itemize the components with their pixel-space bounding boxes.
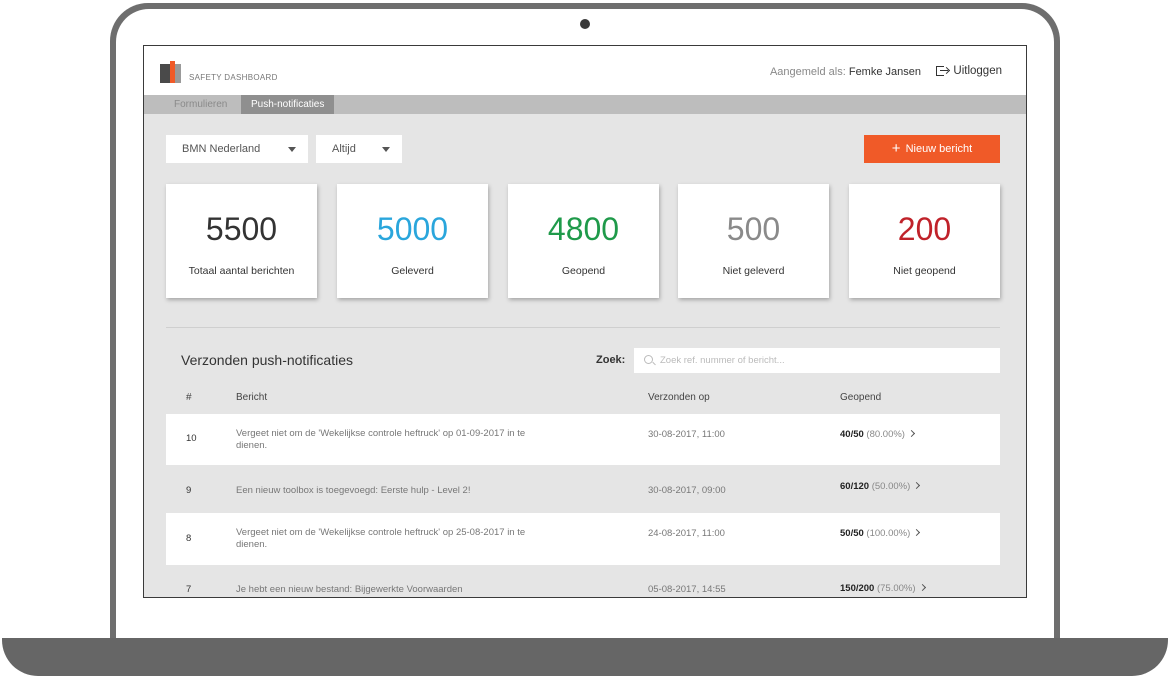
stat-label: Niet geleverd (722, 265, 785, 277)
row-message: Vergeet niet om de 'Wekelijkse controle … (236, 428, 526, 451)
table-row[interactable]: 8 Vergeet niet om de 'Wekelijkse control… (166, 513, 1000, 565)
laptop-base (2, 638, 1168, 676)
stat-value: 5500 (205, 211, 278, 247)
row-opened[interactable]: 50/50 (100.00%) (840, 528, 921, 539)
chevron-right-icon (907, 429, 916, 438)
top-bar: SAFETY DASHBOARD Aangemeld als: Femke Ja… (144, 46, 1026, 95)
logout-icon (936, 65, 951, 77)
caret-down-icon (288, 147, 296, 152)
table-row[interactable]: 9 Een nieuw toolbox is toegevoegd: Eerst… (166, 465, 1000, 513)
row-number: 9 (186, 485, 192, 496)
search-label: Zoek: (596, 354, 626, 366)
period-select[interactable]: Altijd (316, 135, 402, 163)
opened-percent: (75.00%) (876, 583, 916, 594)
stat-card-not-delivered: 500 Niet geleverd (678, 184, 829, 298)
signed-in-info: Aangemeld als: Femke Jansen (770, 66, 921, 78)
opened-count: 60/120 (840, 481, 870, 492)
period-value: Altijd (332, 143, 356, 155)
opened-count: 150/200 (840, 583, 875, 594)
opened-count: 50/50 (840, 528, 864, 539)
chevron-right-icon (913, 481, 921, 490)
stat-card-not-opened: 200 Niet geopend (849, 184, 1000, 298)
new-message-label: Nieuw bericht (905, 143, 973, 155)
plus-icon: + (891, 140, 901, 157)
opened-count: 40/50 (840, 429, 864, 440)
search-icon (644, 355, 653, 364)
opened-percent: (100.00%) (866, 528, 911, 539)
row-number: 8 (186, 533, 192, 544)
tab-formulieren[interactable]: Formulieren (164, 95, 237, 114)
camera-icon (580, 19, 590, 29)
caret-down-icon (382, 147, 390, 152)
organization-value: BMN Nederland (182, 143, 261, 155)
stat-value: 4800 (547, 211, 620, 247)
logout-button[interactable]: Uitloggen (936, 65, 1002, 77)
row-message: Je hebt een nieuw bestand: Bijgewerkte V… (236, 584, 463, 595)
search-box (634, 348, 1000, 373)
chevron-right-icon (918, 583, 926, 592)
logout-label: Uitloggen (953, 65, 1002, 77)
stat-value: 500 (726, 211, 781, 247)
search-input[interactable] (660, 348, 990, 373)
row-number: 7 (186, 584, 192, 595)
chevron-right-icon (913, 528, 921, 537)
row-message: Een nieuw toolbox is toegevoegd: Eerste … (236, 485, 471, 496)
table-row[interactable]: 10 Vergeet niet om de 'Wekelijkse contro… (166, 414, 1000, 465)
stat-card-opened: 4800 Geopend (508, 184, 659, 298)
column-header-message: Bericht (236, 392, 268, 403)
row-date: 30-08-2017, 09:00 (648, 485, 726, 496)
screen: SAFETY DASHBOARD Aangemeld als: Femke Ja… (143, 45, 1027, 598)
stat-label: Totaal aantal berichten (188, 265, 295, 277)
row-message: Vergeet niet om de 'Wekelijkse controle … (236, 527, 526, 550)
opened-percent: (80.00%) (866, 429, 905, 440)
row-opened[interactable]: 150/200 (75.00%) (840, 583, 926, 594)
brand-name: SAFETY DASHBOARD (189, 73, 278, 82)
user-name: Femke Jansen (848, 66, 921, 78)
logo-icon (160, 61, 182, 83)
stat-value: 5000 (376, 211, 449, 247)
table-row[interactable]: 7 Je hebt een nieuw bestand: Bijgewerkte… (166, 565, 1000, 597)
row-opened[interactable]: 40/50 (80.00%) (840, 429, 916, 440)
stat-value: 200 (897, 211, 952, 247)
column-header-number: # (186, 392, 192, 403)
column-header-sent: Verzonden op (648, 392, 710, 403)
organization-select[interactable]: BMN Nederland (166, 135, 308, 163)
stat-card-total: 5500 Totaal aantal berichten (166, 184, 317, 298)
row-opened[interactable]: 60/120 (50.00%) (840, 481, 921, 492)
tab-push-notificaties[interactable]: Push-notificaties (241, 95, 335, 114)
signed-in-label: Aangemeld als: (769, 66, 846, 78)
divider (166, 327, 1000, 328)
row-date: 05-08-2017, 14:55 (648, 584, 726, 595)
row-date: 24-08-2017, 11:00 (648, 528, 725, 539)
stat-label: Niet geopend (893, 265, 956, 277)
stat-label: Geleverd (391, 265, 434, 277)
column-header-opened: Geopend (840, 392, 882, 403)
row-number: 10 (186, 433, 197, 444)
opened-percent: (50.00%) (871, 481, 911, 492)
section-title: Verzonden push-notificaties (181, 352, 353, 368)
tab-bar: Formulieren Push-notificaties (144, 95, 1026, 114)
row-date: 30-08-2017, 11:00 (648, 429, 725, 440)
stat-label: Geopend (561, 265, 606, 277)
stat-card-delivered: 5000 Geleverd (337, 184, 488, 298)
new-message-button[interactable]: + Nieuw bericht (864, 135, 1000, 163)
